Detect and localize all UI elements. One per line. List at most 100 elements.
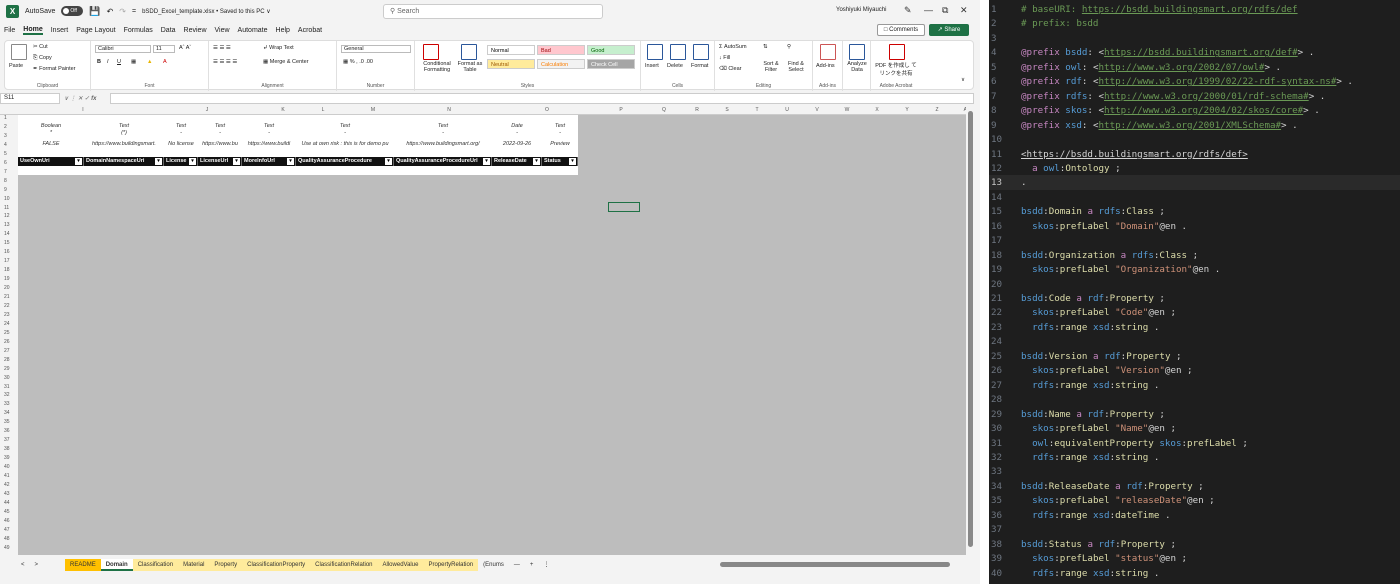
code-line[interactable]: 13. <box>989 175 1400 191</box>
code-editor[interactable]: 1 # baseURI: https://bsdd.buildingsmart.o… <box>989 0 1400 584</box>
column-header-u[interactable]: U <box>772 106 802 115</box>
row-header-22[interactable]: 22 <box>0 303 16 312</box>
filter-dropdown-icon[interactable]: ▾ <box>483 158 490 165</box>
row-header-18[interactable]: 18 <box>0 267 16 276</box>
bold-icon[interactable]: B <box>97 59 101 65</box>
code-line[interactable]: 4 @prefix bsdd: <https://bsdd.buildingsma… <box>989 45 1400 60</box>
align-left-icon[interactable]: ☰ ☰ ☰ ☰ <box>213 59 237 65</box>
row-header-44[interactable]: 44 <box>0 500 16 509</box>
required-cell-4[interactable]: - <box>242 130 296 136</box>
value-cell-2[interactable]: No license <box>164 141 198 147</box>
required-cell-0[interactable]: * <box>18 130 84 136</box>
comments-button[interactable]: □ Comments <box>877 24 925 36</box>
row-header-34[interactable]: 34 <box>0 410 16 419</box>
table-header-qualityassuranceprocedure[interactable]: QualityAssuranceProcedure ▾ <box>296 157 394 166</box>
vertical-scrollbar[interactable] <box>966 106 976 556</box>
column-header-p[interactable]: P <box>596 106 646 115</box>
underline-icon[interactable]: U <box>117 59 121 65</box>
pdf-icon[interactable] <box>889 44 907 60</box>
row-header-11[interactable]: 11 <box>0 205 16 214</box>
datatype-cell-1[interactable]: Text <box>84 123 164 129</box>
table-header-useownuri[interactable]: UseOwnUri ▾ <box>18 157 84 166</box>
column-header-z[interactable]: Z <box>922 106 952 115</box>
code-line[interactable]: 34 bsdd:ReleaseDate a rdf:Property ; <box>989 479 1400 494</box>
search-box[interactable]: ⚲ Search <box>383 4 603 19</box>
prefix-iri[interactable]: http://www.w3.org/1999/02/22-rdf-syntax-… <box>1099 76 1337 87</box>
close-icon[interactable]: ✕ <box>960 5 968 16</box>
filter-dropdown-icon[interactable]: ▾ <box>155 158 162 165</box>
column-header-l[interactable]: L <box>300 106 346 115</box>
column-header-j[interactable]: J <box>148 106 266 115</box>
required-cell-3[interactable]: - <box>198 130 242 136</box>
user-name[interactable]: Yoshiyuki Miyauchi <box>836 7 886 13</box>
more-sheets-icon[interactable]: — <box>509 559 525 571</box>
format-painter-button[interactable]: ✒ Format Painter <box>33 66 76 72</box>
copy-button[interactable]: ⎘ Copy <box>33 55 52 62</box>
row-header-49[interactable]: 49 <box>0 545 16 554</box>
menu-help[interactable]: Help <box>276 27 290 34</box>
row-header-42[interactable]: 42 <box>0 482 16 491</box>
name-box[interactable]: S11 <box>0 93 60 104</box>
sheet-tab-allowedvalue[interactable]: AllowedValue <box>377 559 424 571</box>
row-header-9[interactable]: 9 <box>0 187 16 196</box>
menu-acrobat[interactable]: Acrobat <box>298 27 322 34</box>
column-header-m[interactable]: M <box>346 106 400 115</box>
code-line[interactable]: 23 rdfs:range xsd:string . <box>989 320 1400 335</box>
row-header-4[interactable]: 4 <box>0 142 16 151</box>
domain-table[interactable]: Boolean Text Text Text Text Text Text Date Text *… <box>18 115 578 175</box>
table-header-releasedate[interactable]: ReleaseDate ▾ <box>492 157 542 166</box>
sheet-tab-classification[interactable]: Classification <box>132 559 179 571</box>
collapse-ribbon-icon[interactable]: ∨ <box>961 77 965 83</box>
format-table-label[interactable]: Format as Table <box>455 61 485 73</box>
row-header-37[interactable]: 37 <box>0 437 16 446</box>
code-line[interactable]: 31 owl:equivalentProperty skos:prefLabel… <box>989 436 1400 451</box>
sort-filter-icon[interactable]: ⇅ <box>763 44 768 50</box>
filter-dropdown-icon[interactable]: ▾ <box>75 158 82 165</box>
sheet-tab-domain[interactable]: Domain <box>100 559 133 571</box>
conditional-formatting-label[interactable]: Conditional Formatting <box>417 61 457 73</box>
datatype-cell-6[interactable]: Text <box>394 123 492 129</box>
code-line[interactable]: 16 skos:prefLabel "Domain"@en . <box>989 219 1400 234</box>
value-cell-8[interactable]: Preview <box>542 141 578 147</box>
filter-dropdown-icon[interactable]: ▾ <box>233 158 240 165</box>
required-cell-1[interactable]: (*) <box>84 130 164 136</box>
sheet-tab-readme[interactable]: README <box>65 559 101 571</box>
add-sheet-icon[interactable]: + <box>525 559 539 571</box>
font-color-icon[interactable]: A <box>163 59 167 65</box>
row-header-17[interactable]: 17 <box>0 258 16 267</box>
row-header-32[interactable]: 32 <box>0 392 16 401</box>
code-line[interactable]: 21 bsdd:Code a rdf:Property ; <box>989 291 1400 306</box>
row-header-33[interactable]: 33 <box>0 401 16 410</box>
code-line[interactable]: 18 bsdd:Organization a rdfs:Class ; <box>989 248 1400 263</box>
tab-menu-icon[interactable]: ⋮ <box>538 559 554 571</box>
insert-label[interactable]: Insert <box>645 63 659 69</box>
code-line[interactable]: 29 bsdd:Name a rdf:Property ; <box>989 407 1400 422</box>
row-header-40[interactable]: 40 <box>0 464 16 473</box>
find-select-icon[interactable]: ⚲ <box>787 44 791 50</box>
datatype-cell-5[interactable]: Text <box>296 123 394 129</box>
value-cell-1[interactable]: https://www.buildingsmart. <box>84 141 164 147</box>
datatype-cell-3[interactable]: Text <box>198 123 242 129</box>
format-cells-icon[interactable] <box>693 44 711 60</box>
row-header-48[interactable]: 48 <box>0 536 16 545</box>
code-line[interactable]: 27 rdfs:range xsd:string . <box>989 378 1400 393</box>
column-header-i[interactable]: I <box>18 106 148 115</box>
prefix-iri[interactable]: http://www.w3.org/2000/01/rdf-schema# <box>1104 91 1309 102</box>
column-header-n[interactable]: N <box>400 106 498 115</box>
value-cell-7[interactable]: 2022-09-26 <box>492 141 542 147</box>
menu-review[interactable]: Review <box>184 27 207 34</box>
next-sheet-icon[interactable]: > <box>30 559 44 571</box>
fx-icon[interactable]: ∨ ⋮ ✕ ✓ fx <box>64 95 110 102</box>
fill-button[interactable]: ↓ Fill <box>719 55 730 61</box>
table-header-domainnamespaceuri[interactable]: DomainNamespaceUri ▾ <box>84 157 164 166</box>
prefix-iri[interactable]: http://www.w3.org/2001/XMLSchema# <box>1099 120 1282 131</box>
row-header-20[interactable]: 20 <box>0 285 16 294</box>
italic-icon[interactable]: I <box>107 59 109 65</box>
column-header-w[interactable]: W <box>832 106 862 115</box>
menu-insert[interactable]: Insert <box>51 27 69 34</box>
row-header-28[interactable]: 28 <box>0 357 16 366</box>
analyze-data-label[interactable]: Analyze Data <box>845 61 869 73</box>
paste-icon[interactable] <box>11 44 29 60</box>
code-line[interactable]: 25 bsdd:Version a rdf:Property ; <box>989 349 1400 364</box>
format-table-icon[interactable] <box>461 44 479 60</box>
